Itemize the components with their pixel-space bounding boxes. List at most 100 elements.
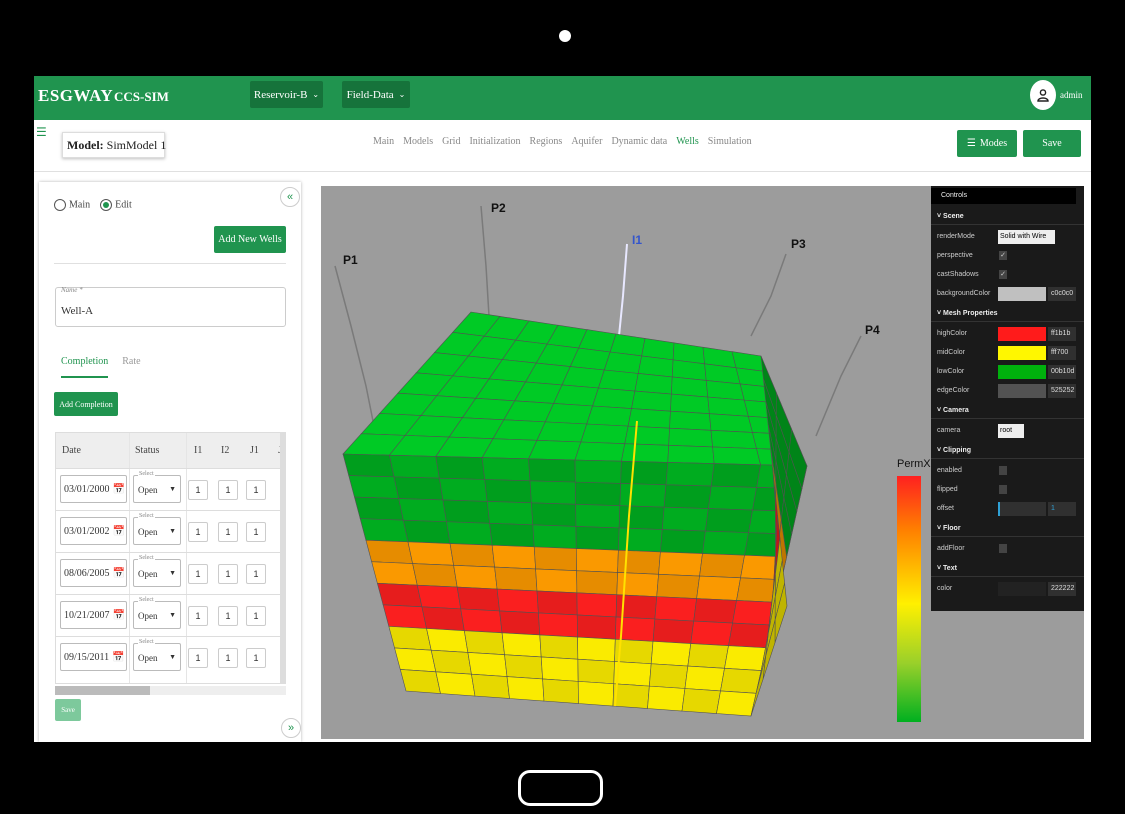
well-name-field[interactable]: Name * Well-A — [55, 286, 286, 327]
col-status: Status — [135, 445, 160, 456]
clipping-enabled-checkbox[interactable] — [999, 466, 1007, 475]
calendar-icon[interactable]: 📅 — [113, 568, 125, 579]
radio-edit[interactable]: Edit — [100, 199, 132, 211]
reservoir-dropdown[interactable]: Reservoir-B ⌄ — [250, 81, 323, 108]
nav-regions[interactable]: Regions — [530, 136, 563, 147]
highcolor-swatch[interactable] — [998, 327, 1046, 341]
calendar-icon[interactable]: 📅 — [113, 526, 125, 537]
nav-main[interactable]: Main — [373, 136, 394, 147]
completion-save-button[interactable]: Save — [55, 699, 81, 721]
i1-input[interactable]: 1 — [188, 606, 208, 626]
3d-viewport[interactable]: P1 P2 I1 P3 P4 PermX Controls ˅ Scene render… — [321, 186, 1084, 739]
radio-main[interactable]: Main — [54, 199, 90, 211]
date-input[interactable]: 03/01/2000 📅 — [60, 475, 127, 503]
i1-input[interactable]: 1 — [188, 522, 208, 542]
field-data-dropdown[interactable]: Field-Data ⌄ — [342, 81, 410, 108]
add-completion-button[interactable]: Add Completion — [54, 392, 118, 416]
device-home-button[interactable] — [518, 770, 603, 806]
nav-aquifer[interactable]: Aquifer — [571, 136, 602, 147]
j1-input[interactable]: 1 — [246, 564, 266, 584]
nav-wells[interactable]: Wells — [676, 136, 699, 147]
user-avatar[interactable] — [1030, 80, 1056, 110]
calendar-icon[interactable]: 📅 — [112, 652, 124, 663]
lowcolor-swatch[interactable] — [998, 365, 1046, 379]
grid-cell-front — [652, 618, 695, 644]
tab-rate[interactable]: Rate — [122, 356, 140, 378]
clipping-folder[interactable]: ˅ Clipping — [931, 442, 1084, 459]
i2-input[interactable]: 1 — [218, 522, 238, 542]
midcolor-hex[interactable]: fff700 — [1048, 346, 1076, 360]
i1-input[interactable]: 1 — [188, 564, 208, 584]
nav-grid[interactable]: Grid — [442, 136, 460, 147]
rendermode-select[interactable]: Solid with Wire — [998, 230, 1055, 244]
clipping-flipped-checkbox[interactable] — [999, 485, 1007, 494]
grid-cell-front — [412, 563, 458, 588]
background-color-swatch[interactable] — [998, 287, 1046, 301]
status-select[interactable]: Select Open ▼ — [133, 597, 181, 629]
addfloor-checkbox[interactable] — [999, 544, 1007, 553]
nav-dynamic-data[interactable]: Dynamic data — [611, 136, 667, 147]
j1-input[interactable]: 1 — [246, 606, 266, 626]
i2-input[interactable]: 1 — [218, 606, 238, 626]
text-color-swatch[interactable] — [998, 582, 1046, 596]
date-input[interactable]: 09/15/2011 📅 — [60, 643, 127, 671]
text-folder[interactable]: ˅ Text — [931, 560, 1084, 577]
grid-cell-front — [435, 456, 486, 480]
nav-simulation[interactable]: Simulation — [708, 136, 752, 147]
edgecolor-hex[interactable]: 525252 — [1048, 384, 1076, 398]
expand-panel-icon[interactable]: » — [281, 718, 301, 738]
table-horizontal-scrollbar[interactable] — [55, 686, 286, 695]
collapse-panel-icon[interactable]: « — [280, 187, 300, 207]
nav-models[interactable]: Models — [403, 136, 433, 147]
scene-folder[interactable]: ˅ Scene — [931, 208, 1084, 225]
date-input[interactable]: 10/21/2007 📅 — [60, 601, 127, 629]
grid-cell-front — [453, 564, 498, 590]
well-label: P2 — [491, 201, 506, 215]
user-name[interactable]: admin — [1060, 90, 1083, 100]
scrollbar-thumb[interactable] — [55, 686, 150, 695]
add-new-wells-button[interactable]: Add New Wells — [214, 226, 286, 253]
nav-initialization[interactable]: Initialization — [469, 136, 520, 147]
floor-folder[interactable]: ˅ Floor — [931, 520, 1084, 537]
i1-input[interactable]: 1 — [188, 480, 208, 500]
calendar-icon[interactable]: 📅 — [113, 610, 125, 621]
mesh-folder[interactable]: ˅ Mesh Properties — [931, 305, 1084, 322]
status-select[interactable]: Select Open ▼ — [133, 471, 181, 503]
table-vertical-scrollbar[interactable] — [280, 432, 286, 684]
camera-select[interactable]: root — [998, 424, 1024, 438]
modes-button[interactable]: ☰ Modes — [957, 130, 1017, 157]
date-input[interactable]: 08/06/2005 📅 — [60, 559, 127, 587]
midcolor-swatch[interactable] — [998, 346, 1046, 360]
status-select[interactable]: Select Open ▼ — [133, 513, 181, 545]
grid-cell-front — [471, 673, 510, 699]
i2-input[interactable]: 1 — [218, 564, 238, 584]
clipping-offset-value[interactable]: 1 — [1048, 502, 1076, 516]
j1-input[interactable]: 1 — [246, 648, 266, 668]
calendar-icon[interactable]: 📅 — [113, 484, 125, 495]
highcolor-hex[interactable]: ff1b1b — [1048, 327, 1076, 341]
perspective-checkbox[interactable]: ✓ — [999, 251, 1007, 260]
text-color-hex[interactable]: 222222 — [1048, 582, 1076, 596]
date-input[interactable]: 03/01/2002 📅 — [60, 517, 127, 545]
background-color-hex[interactable]: c0c0c0 — [1048, 287, 1076, 301]
menu-icon[interactable]: ☰ — [36, 125, 47, 139]
radio-circle-selected[interactable] — [100, 199, 113, 211]
status-select[interactable]: Select Open ▼ — [133, 639, 181, 671]
well-name-value[interactable]: Well-A — [61, 305, 93, 317]
save-button[interactable]: Save — [1023, 130, 1081, 157]
status-select[interactable]: Select Open ▼ — [133, 555, 181, 587]
lowcolor-hex[interactable]: 00b10d — [1048, 365, 1076, 379]
grid-cell-front — [575, 481, 621, 507]
j1-input[interactable]: 1 — [246, 480, 266, 500]
radio-circle[interactable] — [54, 199, 66, 211]
j1-input[interactable]: 1 — [246, 522, 266, 542]
controls-header[interactable]: Controls — [931, 188, 1076, 204]
i1-input[interactable]: 1 — [188, 648, 208, 668]
tab-completion[interactable]: Completion — [61, 356, 109, 378]
i2-input[interactable]: 1 — [218, 648, 238, 668]
clipping-offset-slider[interactable] — [998, 502, 1046, 516]
camera-folder[interactable]: ˅ Camera — [931, 402, 1084, 419]
castshadows-checkbox[interactable]: ✓ — [999, 270, 1007, 279]
edgecolor-swatch[interactable] — [998, 384, 1046, 398]
i2-input[interactable]: 1 — [218, 480, 238, 500]
